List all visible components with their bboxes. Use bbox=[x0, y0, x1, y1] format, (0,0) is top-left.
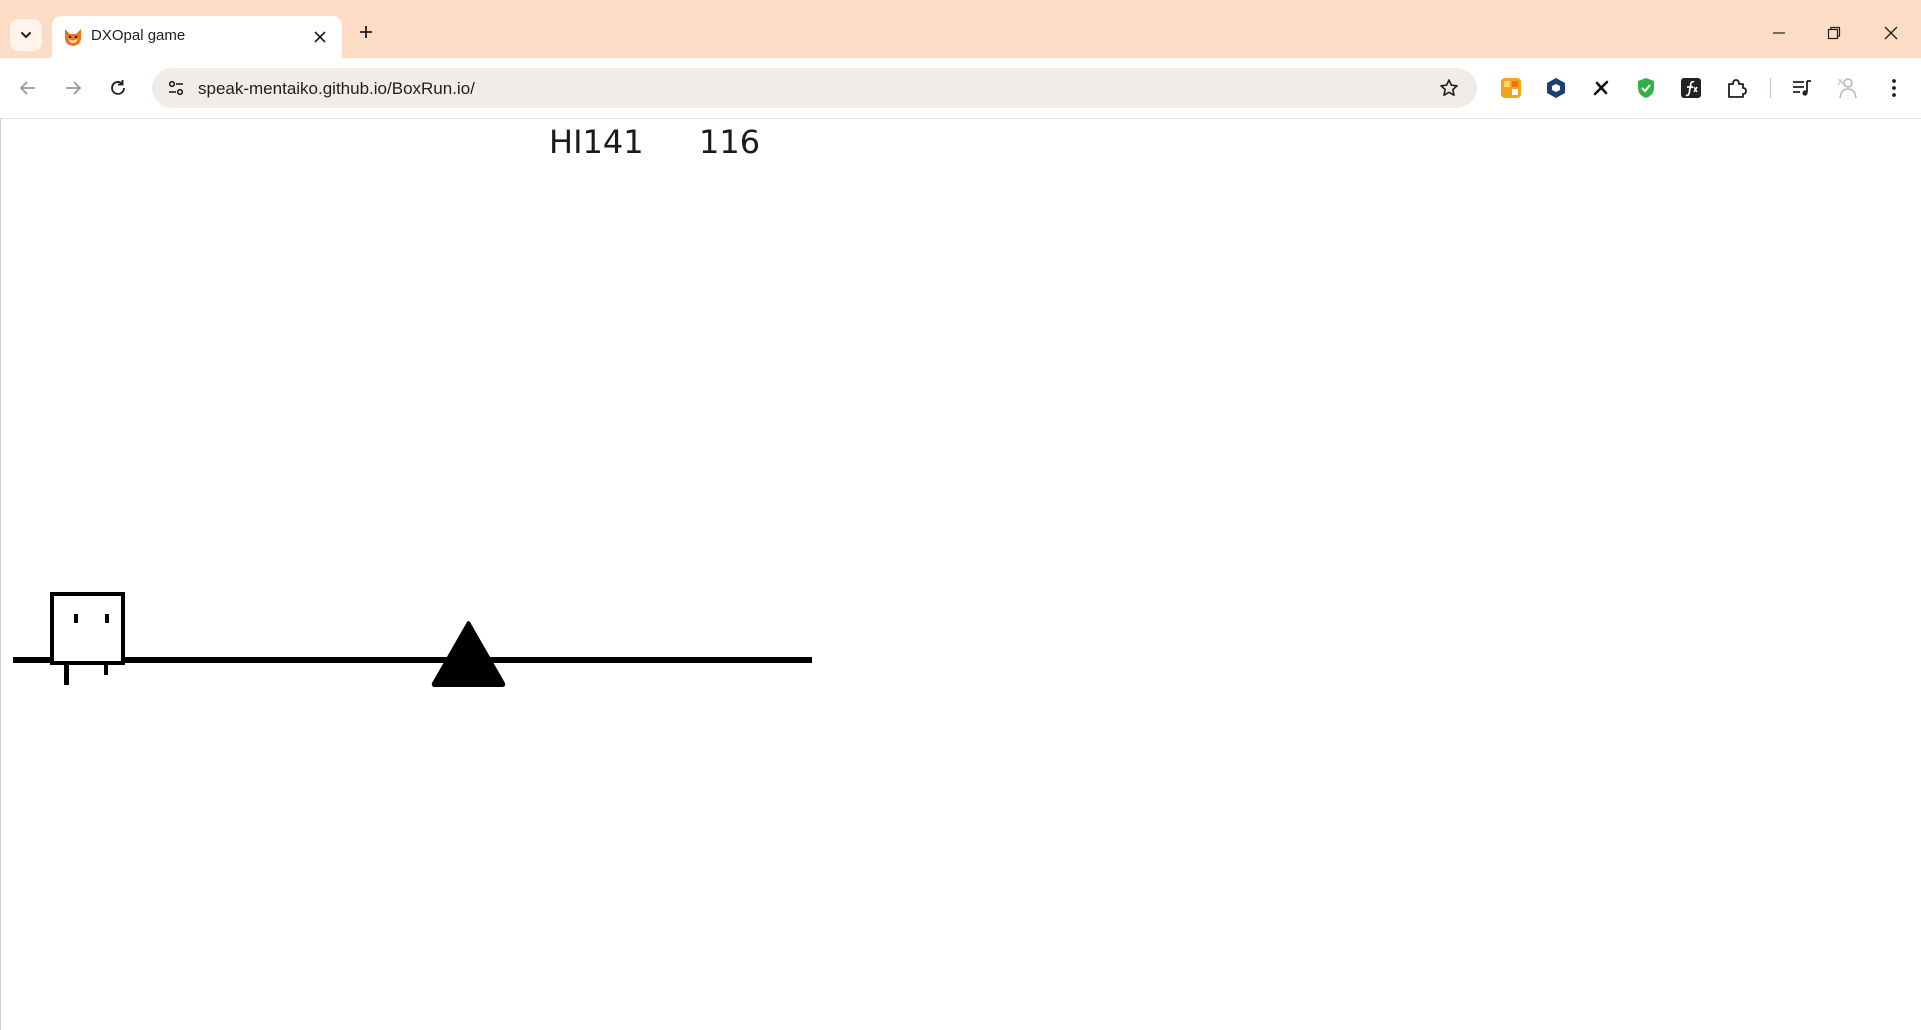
shield-hex-extension-icon[interactable] bbox=[1542, 74, 1570, 102]
color-grid-extension-icon[interactable] bbox=[1497, 74, 1525, 102]
tab-search-button[interactable] bbox=[10, 19, 42, 51]
color-grid-icon bbox=[1501, 78, 1521, 98]
green-shield-extension-icon[interactable] bbox=[1632, 74, 1660, 102]
function-icon bbox=[1681, 78, 1701, 98]
new-tab-button[interactable] bbox=[352, 18, 380, 46]
queue-music-icon bbox=[1793, 80, 1811, 96]
x-brand-icon bbox=[1593, 80, 1609, 96]
puzzle-icon bbox=[1728, 79, 1747, 98]
close-icon bbox=[314, 31, 326, 43]
arrow-left-icon bbox=[19, 81, 35, 95]
restore-icon bbox=[1827, 26, 1841, 40]
tab-strip: DXOpal game bbox=[0, 0, 1921, 58]
x-extension-icon[interactable] bbox=[1587, 74, 1615, 102]
game-scene bbox=[13, 592, 812, 687]
shield-check-icon bbox=[1638, 78, 1654, 98]
game-canvas[interactable]: HI141 116 bbox=[1, 119, 821, 719]
site-info-button[interactable] bbox=[162, 74, 190, 102]
chevron-down-icon bbox=[21, 32, 31, 39]
fx-extension-icon[interactable] bbox=[1677, 74, 1705, 102]
star-icon bbox=[1440, 79, 1458, 96]
avatar-icon bbox=[1837, 78, 1857, 99]
close-icon bbox=[1884, 26, 1898, 40]
restore-button[interactable] bbox=[1816, 18, 1852, 48]
more-vertical-icon bbox=[1892, 79, 1896, 97]
reload-icon bbox=[111, 80, 125, 95]
browser-toolbar: speak-mentaiko.github.io/BoxRun.io/ bbox=[0, 58, 1921, 119]
back-button[interactable] bbox=[11, 71, 45, 105]
bookmark-button[interactable] bbox=[1435, 74, 1463, 102]
minimize-icon bbox=[1773, 32, 1785, 34]
box-player bbox=[50, 592, 125, 685]
address-bar[interactable]: speak-mentaiko.github.io/BoxRun.io/ bbox=[152, 68, 1477, 108]
plus-icon bbox=[360, 26, 372, 38]
forward-button[interactable] bbox=[56, 71, 90, 105]
arrow-right-icon bbox=[66, 81, 82, 95]
triangle-spike bbox=[431, 621, 506, 687]
page-content: HI141 116 bbox=[0, 119, 1921, 1030]
hexagon-icon bbox=[1547, 78, 1565, 98]
active-tab[interactable]: DXOpal game bbox=[52, 16, 342, 58]
tab-close-button[interactable] bbox=[308, 25, 332, 49]
minimize-button[interactable] bbox=[1761, 18, 1797, 48]
puzzle-extensions-icon[interactable] bbox=[1722, 74, 1750, 102]
profile-button[interactable] bbox=[1833, 74, 1861, 102]
media-controls-button[interactable] bbox=[1788, 74, 1816, 102]
browser-menu-button[interactable] bbox=[1880, 74, 1908, 102]
fox-icon bbox=[65, 29, 81, 46]
reload-button[interactable] bbox=[101, 71, 135, 105]
ground-line bbox=[13, 657, 812, 663]
tune-icon bbox=[168, 80, 184, 96]
close-window-button[interactable] bbox=[1873, 18, 1909, 48]
url-text[interactable]: speak-mentaiko.github.io/BoxRun.io/ bbox=[198, 79, 475, 99]
toolbar-divider bbox=[1770, 78, 1771, 98]
tab-title: DXOpal game bbox=[91, 27, 186, 44]
